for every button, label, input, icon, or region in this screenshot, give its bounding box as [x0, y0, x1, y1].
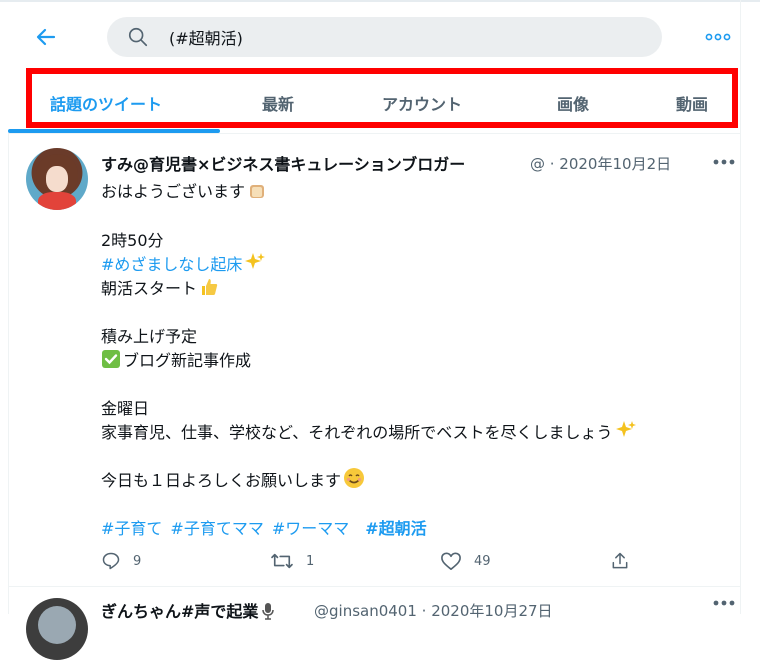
back-button[interactable]	[30, 22, 62, 52]
tweet-author-name[interactable]: すみ@育児書×ビジネス書キュレーションブロガー	[101, 151, 465, 175]
tab-latest[interactable]: 最新	[262, 91, 294, 115]
reply-count: 9	[133, 553, 142, 569]
tweet-hashtag-link[interactable]: #めざましなし起床	[101, 251, 266, 277]
hashtag-link-search-term[interactable]: #超朝活	[365, 519, 426, 538]
tabs-divider	[8, 133, 740, 134]
hashtag-link[interactable]: #子育て	[101, 519, 162, 538]
like-button[interactable]: 49	[440, 551, 491, 571]
arrow-left-icon	[36, 28, 56, 46]
tweet-meta: @ · 2020年10月2日	[530, 155, 672, 173]
smiling-face-icon	[343, 467, 365, 493]
share-button[interactable]	[610, 551, 630, 571]
search-bar[interactable]	[107, 17, 662, 57]
reply-icon	[102, 552, 120, 570]
tweet-line: ブログ新記事作成	[101, 347, 251, 373]
hashtag-link[interactable]: #子育てママ	[170, 519, 263, 538]
more-horizontal-icon	[713, 159, 735, 165]
tabs-highlight-box: 話題のツイート 最新 アカウント 画像 動画	[26, 68, 738, 128]
tweet-more-button[interactable]	[706, 600, 742, 614]
tweet-more-button[interactable]	[706, 152, 742, 172]
like-count: 49	[474, 553, 491, 569]
share-icon	[612, 552, 628, 569]
thumbs-up-icon	[199, 277, 219, 301]
tweet-author-name[interactable]: ぎんちゃん#声で起業	[101, 598, 276, 624]
tweet-line: 今日も１日よろしくお願いします	[101, 467, 365, 493]
bread-icon	[247, 180, 267, 204]
retweet-icon	[271, 553, 293, 569]
avatar[interactable]	[26, 148, 88, 210]
avatar[interactable]	[26, 598, 88, 660]
tweet-line: 2時50分	[101, 231, 164, 250]
top-border	[0, 0, 760, 2]
search-input[interactable]	[167, 26, 631, 48]
more-horizontal-icon	[705, 33, 731, 41]
more-horizontal-icon	[713, 600, 735, 606]
check-mark-icon	[101, 349, 121, 373]
sparkles-icon	[244, 251, 266, 277]
left-border	[8, 130, 9, 614]
sparkles-icon	[615, 419, 637, 445]
tweet-line: 家事育児、仕事、学校など、それぞれの場所でベストを尽くしましょう	[101, 419, 637, 445]
tweet-hashtags: #子育て #子育てママ #ワーママ #超朝活	[101, 515, 435, 539]
right-border	[740, 0, 741, 614]
tab-accounts[interactable]: アカウント	[382, 91, 462, 115]
more-options-button[interactable]	[700, 24, 736, 50]
retweet-button[interactable]: 1	[270, 551, 314, 571]
retweet-count: 1	[306, 553, 315, 569]
tab-top-tweets[interactable]: 話題のツイート	[50, 91, 162, 115]
tab-images[interactable]: 画像	[557, 91, 589, 115]
tweet-line: 積み上げ予定	[101, 327, 198, 346]
tweet-line: おはようございます	[101, 178, 267, 204]
heart-icon	[441, 552, 461, 570]
search-icon	[127, 25, 151, 49]
tweet-line: 朝活スタート	[101, 275, 219, 301]
tab-videos[interactable]: 動画	[676, 91, 708, 115]
tweet-divider	[8, 586, 740, 587]
tweet-meta: @ginsan0401 · 2020年10月27日	[314, 602, 553, 620]
hashtag-link[interactable]: #ワーママ	[272, 519, 349, 538]
microphone-icon	[260, 602, 276, 624]
reply-button[interactable]: 9	[101, 551, 141, 571]
tweet-line: 金曜日	[101, 399, 150, 418]
